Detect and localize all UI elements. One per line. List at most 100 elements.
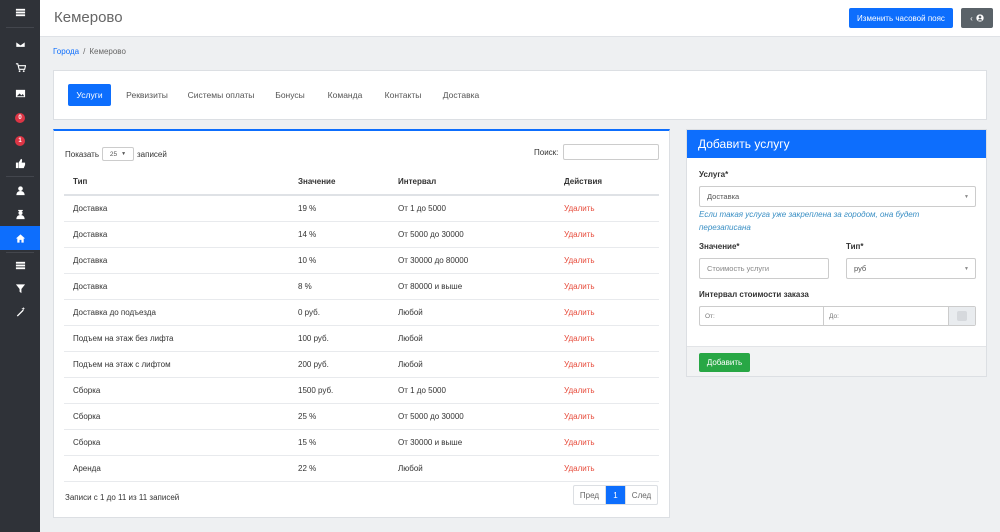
cell-interval: От 30000 до 80000 [389,247,555,274]
cell-value: 8 % [289,273,389,300]
thumbs-up-icon[interactable] [0,151,40,175]
delete-link[interactable]: Удалить [555,247,659,274]
cell-interval: От 5000 до 30000 [389,221,555,248]
table-search: Поиск: [534,144,660,160]
list-icon[interactable] [0,253,40,277]
page-length-select[interactable]: 25 ▼ [102,147,135,161]
pagination-page-1[interactable]: 1 [606,486,625,504]
delete-link[interactable]: Удалить [555,221,659,248]
column-header-actions: Действия [555,169,659,196]
orders-other-badge-item[interactable]: 1 [0,129,40,153]
table-row: Сборка 1500 руб. От 1 до 5000 Удалить [64,377,659,404]
cart-icon[interactable] [0,55,40,79]
column-header-value[interactable]: Значение [289,169,389,196]
tab-bonuses[interactable]: Бонусы [268,84,312,106]
search-input[interactable] [563,144,660,160]
filter-icon[interactable] [0,276,40,300]
add-service-button[interactable]: Добавить [699,353,750,372]
chevron-down-icon: ▼ [964,265,969,272]
tab-payment-systems[interactable]: Системы оплаты [182,84,260,106]
interval-range: От: До: [699,306,976,326]
breadcrumb-cities-link[interactable]: Города [53,47,79,56]
table-row: Сборка 25 % От 5000 до 30000 Удалить [64,403,659,430]
tab-delivery[interactable]: Доставка [436,84,486,106]
cell-type: Сборка [64,429,289,456]
table-row: Доставка 19 % От 1 до 5000 Удалить [64,195,659,222]
table-row: Подъем на этаж с лифтом 200 руб. Любой Удал… [64,351,659,378]
interval-from-input[interactable]: От: [700,307,824,325]
checkbox [957,311,967,321]
top-bar: Кемерово Изменить часовой пояс ‹ [40,0,1000,37]
tab-team[interactable]: Команда [320,84,370,106]
chevron-down-icon: ▼ [964,193,969,200]
cell-interval: Любой [389,325,555,352]
delete-link[interactable]: Удалить [555,377,659,404]
form-footer: Добавить [687,346,986,376]
cell-value: 0 руб. [289,299,389,326]
delete-link[interactable]: Удалить [555,351,659,378]
table-row: Доставка 14 % От 5000 до 30000 Удалить [64,221,659,248]
tab-services[interactable]: Услуги [68,84,111,106]
column-header-type[interactable]: Тип [64,169,289,196]
cell-interval: От 1 до 5000 [389,377,555,404]
cell-type: Сборка [64,377,289,404]
user-icon[interactable] [0,178,40,202]
service-label: Услуга* [699,170,729,179]
page-length-control: Показать 25 ▼ записей [65,147,167,161]
page-title: Кемерово [54,9,123,26]
service-hint: Если такая услуга уже закреплена за горо… [699,210,920,232]
records-label: записей [137,149,167,159]
image-icon[interactable] [0,81,40,105]
breadcrumb-current: Кемерово [89,47,126,56]
cell-value: 100 руб. [289,325,389,352]
interval-label: Интервал стоимости заказа [699,290,809,299]
table-row: Подъем на этаж без лифта 100 руб. Любой Уда… [64,325,659,352]
mail-icon[interactable] [0,32,40,56]
column-header-interval[interactable]: Интервал [389,169,555,196]
cell-value: 15 % [289,429,389,456]
delete-link[interactable]: Удалить [555,403,659,430]
cell-interval: От 80000 и выше [389,273,555,300]
add-service-card: Добавить услугу Услуга* Доставка ▼ Если т… [686,129,987,377]
delete-link[interactable]: Удалить [555,273,659,300]
delete-link[interactable]: Удалить [555,299,659,326]
pagination-prev[interactable]: Пред [574,486,606,504]
cell-type: Сборка [64,403,289,430]
value-input[interactable]: Стоимость услуги [699,258,829,279]
delete-link[interactable]: Удалить [555,455,659,482]
interval-unlimited-toggle[interactable] [948,307,975,325]
type-select[interactable]: руб ▼ [846,258,976,279]
table-info: Записи с 1 до 11 из 11 записей [65,493,180,502]
tab-requisites[interactable]: Реквизиты [119,84,175,106]
home-icon[interactable] [0,226,40,250]
pagination-next[interactable]: След [625,486,657,504]
user-menu-button[interactable]: ‹ [961,8,993,28]
add-service-title: Добавить услугу [687,130,986,158]
delete-link[interactable]: Удалить [555,195,659,222]
services-table-card: Показать 25 ▼ записей Поиск: Тип Значение… [53,129,670,518]
change-timezone-button[interactable]: Изменить часовой пояс [849,8,953,28]
cell-value: 200 руб. [289,351,389,378]
cell-interval: От 30000 и выше [389,429,555,456]
delete-link[interactable]: Удалить [555,325,659,352]
orders-new-badge-item[interactable]: 0 [0,106,40,130]
table-row: Доставка 10 % От 30000 до 80000 Удалить [64,247,659,274]
cell-value: 1500 руб. [289,377,389,404]
chevron-down-icon: ▼ [121,151,127,157]
tabs-card: Услуги Реквизиты Системы оплаты Бонусы К… [53,70,987,120]
service-select[interactable]: Доставка ▼ [699,186,976,207]
type-label: Тип* [846,242,864,251]
cell-type: Доставка до подъезда [64,299,289,326]
cell-type: Аренда [64,455,289,482]
cell-interval: Любой [389,299,555,326]
menu-toggle-icon[interactable] [0,0,40,24]
cell-type: Подъем на этаж с лифтом [64,351,289,378]
value-label: Значение* [699,242,740,251]
manager-icon[interactable] [0,202,40,226]
cell-interval: Любой [389,351,555,378]
delete-link[interactable]: Удалить [555,429,659,456]
chevron-left-icon: ‹ [970,13,973,23]
magic-wand-icon[interactable] [0,299,40,323]
interval-to-input[interactable]: До: [824,307,948,325]
tab-contacts[interactable]: Контакты [377,84,429,106]
